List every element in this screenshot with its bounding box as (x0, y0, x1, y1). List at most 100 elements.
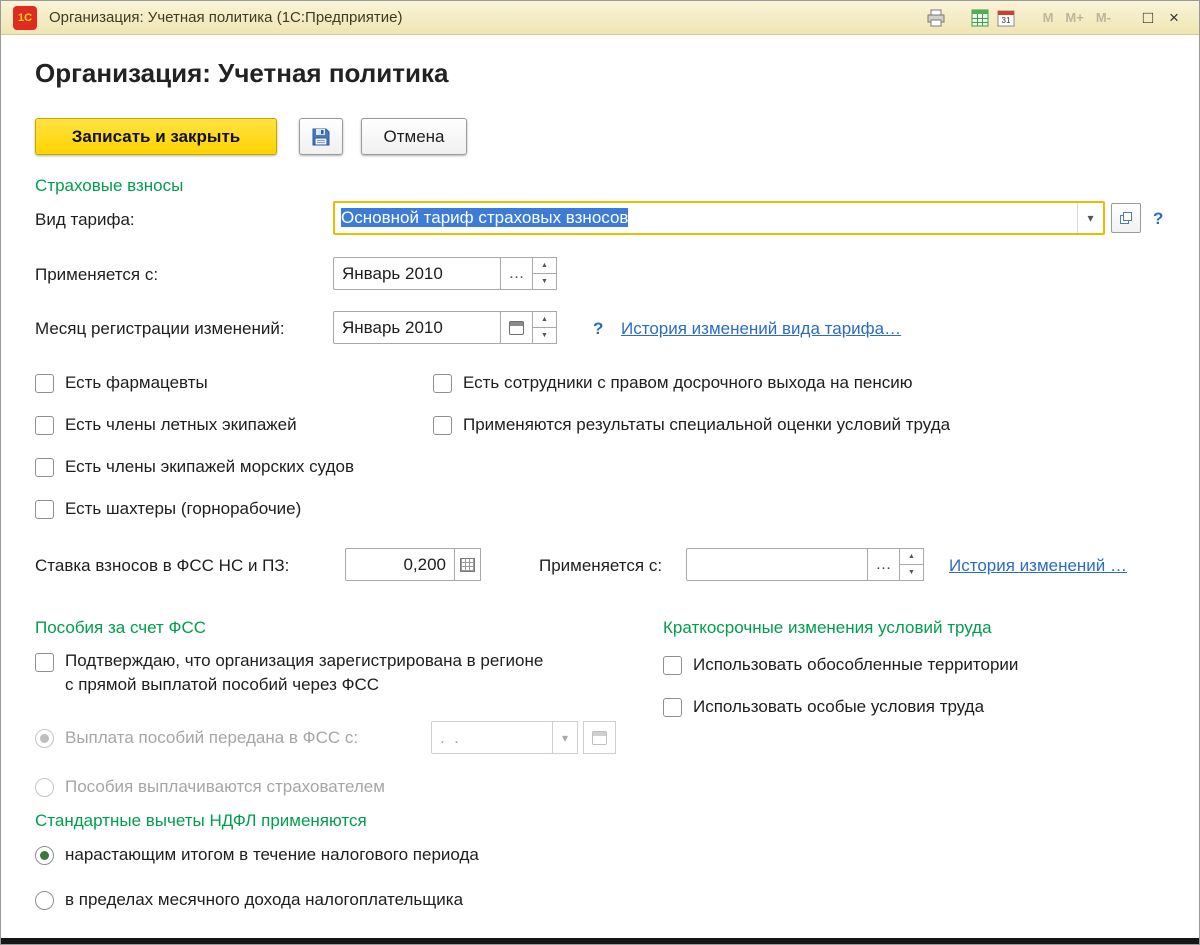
checkbox-label-line1: Подтверждаю, что организация зарегистрир… (65, 651, 543, 671)
titlebar[interactable]: 1С Организация: Учетная политика (1С:Пре… (1, 1, 1199, 35)
checkbox-row-flight-crews: Есть члены летных экипажей (35, 414, 297, 436)
fss-rate-field: 0,200 (345, 548, 481, 581)
section-title-ndfl: Стандартные вычеты НДФЛ применяются (35, 811, 367, 831)
checkbox-label: Подтверждаю, что организация зарегистрир… (65, 651, 543, 695)
registration-month-label: Месяц регистрации изменений: (35, 319, 285, 339)
calculator-icon[interactable] (967, 6, 993, 30)
checkbox-row-miners: Есть шахтеры (горнорабочие) (35, 498, 301, 520)
save-button[interactable] (299, 118, 343, 155)
direct-payment-checkbox[interactable] (35, 653, 54, 672)
registration-month-spinner[interactable]: ▲ ▼ (532, 311, 557, 344)
section-title-short-term: Краткосрочные изменения условий труда (663, 618, 992, 638)
sea-crews-checkbox[interactable] (35, 458, 54, 477)
save-and-close-button[interactable]: Записать и закрыть (35, 118, 277, 155)
cancel-button[interactable]: Отмена (361, 118, 467, 155)
checkbox-label: Есть фармацевты (65, 373, 208, 393)
checkbox-label: Есть члены летных экипажей (65, 415, 297, 435)
applied-from-spinner[interactable]: ▲ ▼ (532, 257, 557, 290)
calculator-button[interactable] (454, 548, 481, 581)
fss-rate-label: Ставка взносов в ФСС НС и ПЗ: (35, 556, 289, 576)
miners-checkbox[interactable] (35, 500, 54, 519)
cumulative-radio[interactable] (35, 846, 54, 865)
dropdown-arrow-icon: ▾ (552, 721, 578, 754)
selected-text: Основной тариф страховых взносов (341, 208, 628, 227)
applied-from-label: Применяется с: (35, 265, 158, 285)
checkbox-row-separate-territories: Использовать обособленные территории (663, 654, 1018, 676)
fss-applied-from-spinner[interactable]: ▲ ▼ (899, 548, 924, 581)
flight-crews-checkbox[interactable] (35, 416, 54, 435)
transfer-date-field: . . ▾ (431, 721, 616, 754)
print-icon[interactable] (923, 6, 949, 30)
window-bottom-edge (1, 938, 1199, 945)
spin-up-icon[interactable]: ▲ (532, 311, 557, 328)
spin-up-icon[interactable]: ▲ (532, 257, 557, 274)
choose-button[interactable]: … (500, 257, 533, 290)
radio-row-transferred: Выплата пособий передана в ФСС с: (35, 727, 358, 749)
dropdown-arrow-icon[interactable]: ▾ (1077, 203, 1103, 233)
open-button[interactable] (1111, 203, 1141, 233)
close-button[interactable]: × (1161, 6, 1187, 30)
checkbox-row-pharmacists: Есть фармацевты (35, 372, 208, 394)
svg-text:31: 31 (1001, 16, 1010, 25)
radio-label: Выплата пособий передана в ФСС с: (65, 728, 358, 748)
tariff-type-label: Вид тарифа: (35, 210, 135, 230)
applied-from-field: Январь 2010 … ▲ ▼ (333, 257, 557, 290)
calendar-icon (509, 321, 524, 335)
radio-row-cumulative: нарастающим итогом в течение налогового … (35, 844, 479, 866)
checkbox-label: Есть члены экипажей морских судов (65, 457, 354, 477)
floppy-icon (310, 126, 332, 148)
checkbox-label: Есть сотрудники с правом досрочного выхо… (463, 373, 913, 393)
registration-month-input[interactable]: Январь 2010 (333, 311, 501, 344)
memory-m-plus-button: M+ (1065, 10, 1083, 25)
special-conditions-checkbox[interactable] (663, 698, 682, 717)
checkbox-row-sea-crews: Есть члены экипажей морских судов (35, 456, 354, 478)
spin-up-icon[interactable]: ▲ (899, 548, 924, 565)
tariff-history-link[interactable]: История изменений вида тарифа… (621, 319, 901, 339)
checkbox-label-line2: с прямой выплатой пособий через ФСС (65, 675, 543, 695)
registration-month-field: Январь 2010 ▲ ▼ (333, 311, 557, 344)
checkbox-label: Использовать особые условия труда (693, 697, 984, 717)
spin-down-icon[interactable]: ▼ (899, 564, 924, 581)
spin-down-icon[interactable]: ▼ (532, 273, 557, 290)
special-assessment-checkbox[interactable] (433, 416, 452, 435)
applied-from-input[interactable]: Январь 2010 (333, 257, 501, 290)
early-retirement-checkbox[interactable] (433, 374, 452, 393)
calendar-button (583, 721, 616, 754)
fss-applied-from-field: … ▲ ▼ (686, 548, 924, 581)
tariff-type-value: Основной тариф страховых взносов (335, 208, 1077, 228)
calendar-button[interactable] (500, 311, 533, 344)
tariff-type-combobox[interactable]: Основной тариф страховых взносов ▾ (333, 201, 1105, 235)
checkbox-row-special-conditions: Использовать особые условия труда (663, 696, 984, 718)
tariff-help-link[interactable]: ? (1153, 209, 1163, 229)
choose-button[interactable]: … (867, 548, 900, 581)
radio-row-insurer: Пособия выплачиваются страхователем (35, 776, 385, 798)
radio-label: Пособия выплачиваются страхователем (65, 777, 385, 797)
page-title: Организация: Учетная политика (35, 58, 448, 89)
section-title-benefits: Пособия за счет ФСС (35, 618, 206, 638)
fss-applied-from-input[interactable] (686, 548, 868, 581)
calendar-icon (592, 731, 607, 745)
monthly-radio[interactable] (35, 891, 54, 910)
radio-label: нарастающим итогом в течение налогового … (65, 845, 479, 865)
fss-applied-from-label: Применяется с: (539, 556, 662, 576)
calendar-31-icon[interactable]: 31 (993, 6, 1019, 30)
memory-m-button: M (1043, 10, 1054, 25)
checkbox-row-special-assessment: Применяются результаты специальной оценк… (433, 414, 950, 436)
insurer-radio (35, 778, 54, 797)
app-window: 1С Организация: Учетная политика (1С:Пре… (0, 0, 1200, 945)
registration-month-help-link[interactable]: ? (593, 319, 603, 339)
spin-down-icon[interactable]: ▼ (532, 327, 557, 344)
radio-label: в пределах месячного дохода налогоплател… (65, 890, 463, 910)
1c-logo-icon: 1С (13, 6, 37, 30)
maximize-button[interactable]: □ (1135, 6, 1161, 30)
checkbox-row-early-retirement: Есть сотрудники с правом досрочного выхо… (433, 372, 913, 394)
pharmacists-checkbox[interactable] (35, 374, 54, 393)
fss-rate-input[interactable]: 0,200 (345, 548, 455, 581)
separate-territories-checkbox[interactable] (663, 656, 682, 675)
transferred-radio (35, 729, 54, 748)
checkbox-label: Использовать обособленные территории (693, 655, 1018, 675)
open-icon (1118, 210, 1134, 226)
window-title: Организация: Учетная политика (1С:Предпр… (49, 9, 402, 26)
fss-history-link[interactable]: История изменений … (949, 556, 1127, 576)
transfer-date-input: . . (431, 721, 553, 754)
